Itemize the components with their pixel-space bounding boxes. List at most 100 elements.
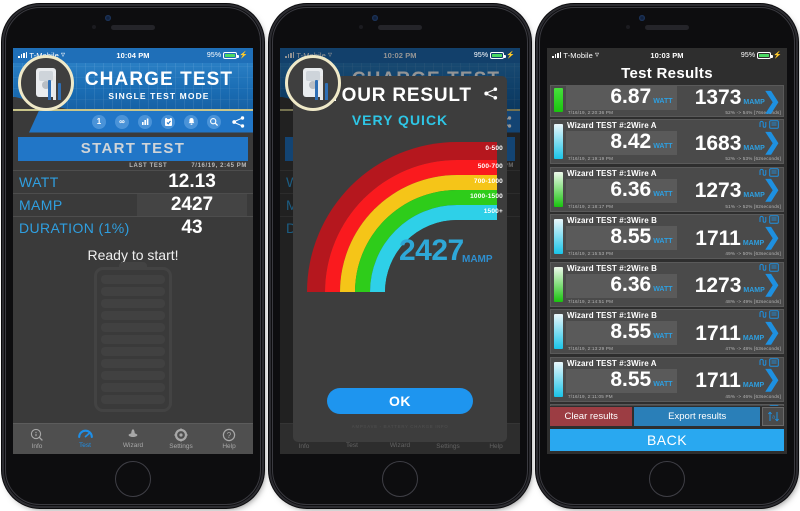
status-right-2: 95% ⚡ <box>474 51 515 59</box>
result-mamp-value: 1273 <box>694 274 742 297</box>
result-mamp-value: 1711 <box>695 369 741 392</box>
last-test-header: LAST TEST 7/16/19, 2:45 PM <box>13 161 253 170</box>
result-watt-unit: WATT <box>653 143 673 150</box>
infinity-icon[interactable]: ∞ <box>115 114 129 129</box>
front-camera-icon <box>372 14 378 21</box>
result-watt-cell: 6.36 WATT <box>566 178 677 203</box>
result-numbers: 8.55 WATT 1711 MAMP <box>566 320 783 346</box>
result-numbers: 6.36 WATT 1273 MAMP <box>566 178 783 204</box>
result-name: Wizard TEST #:2Wire B <box>567 263 657 273</box>
result-mamp-value: 1373 <box>694 86 742 109</box>
chevron-right-icon[interactable]: ❯ <box>763 130 781 153</box>
result-meta: 7/16/19, 2:15:53 PM 49% -> 50% [63second… <box>566 251 783 256</box>
battery-outline-icon <box>94 266 172 412</box>
result-watt-cell: 6.87 WATT <box>566 85 677 110</box>
list-item[interactable]: Wizard TEST #:1Wire B 8.55 WATT 1711 MAM… <box>550 309 784 354</box>
tab-wizard[interactable]: Wizard <box>109 424 157 454</box>
status-right-3: 95% ⚡ <box>741 51 782 59</box>
result-rainbow-gauge: 0-500 500-700 700-1000 1000-1500 1500+ 2… <box>307 141 507 292</box>
arc-label-700-1000: 700-1000 <box>473 177 503 185</box>
sort-icon[interactable]: a <box>762 406 784 426</box>
tab-settings-label: Settings <box>169 442 193 450</box>
result-watt-value: 8.55 <box>610 225 652 248</box>
result-watt-cell: 8.55 WATT <box>566 226 677 250</box>
chevron-right-icon[interactable]: ❯ <box>763 320 781 343</box>
chevron-right-icon[interactable]: ❯ <box>763 89 781 112</box>
list-item[interactable]: Wizard TEST #:3Wire A 8.55 WATT 1711 MAM… <box>550 356 784 402</box>
share-icon[interactable] <box>230 115 246 129</box>
result-mamp-value: 1273 <box>694 179 742 202</box>
search-gear-icon[interactable] <box>207 114 221 129</box>
proximity-sensor-icon <box>626 24 630 29</box>
phone-your-result: T-Mobile ▿ 10:02 PM 95% ⚡ CHARGE TEST SI… <box>271 5 529 506</box>
cellular-signal-icon <box>18 52 28 58</box>
result-name: Wizard TEST #:2Wire A <box>566 405 783 406</box>
tab-settings[interactable]: Settings <box>157 424 205 454</box>
chevron-right-icon[interactable]: ❯ <box>763 273 781 295</box>
result-row-icons[interactable] <box>758 405 779 406</box>
result-watt-value: 8.55 <box>610 320 652 343</box>
logo-wires-shape <box>48 74 62 100</box>
charging-bolt-icon: ⚡ <box>239 52 248 59</box>
front-camera-icon <box>105 14 111 21</box>
share-icon[interactable] <box>484 86 498 105</box>
result-mamp-unit: MAMP <box>742 334 765 342</box>
home-button[interactable] <box>382 460 418 497</box>
result-name: Wizard TEST #:3Wire B <box>567 216 657 225</box>
battery-graphic-area <box>13 265 253 415</box>
chart-icon[interactable] <box>138 114 152 129</box>
app-subtitle-1: SINGLE TEST MODE <box>108 90 210 101</box>
result-date: 7/16/19, 2:14:51 PM <box>568 298 614 304</box>
back-button[interactable]: BACK <box>550 428 784 451</box>
screenshot-stage: T-Mobile ▿ 10:04 PM 95% ⚡ CHARGE TEST SI… <box>0 0 800 511</box>
tab-help[interactable]: ? Help <box>205 424 253 454</box>
phone2-screen: T-Mobile ▿ 10:02 PM 95% ⚡ CHARGE TEST SI… <box>280 47 520 454</box>
clipboard-check-icon[interactable] <box>161 114 175 129</box>
result-watt-unit: WATT <box>653 380 673 388</box>
result-meta: 7/16/19, 2:14:51 PM 48% -> 49% [82second… <box>566 299 783 304</box>
start-test-button[interactable]: START TEST <box>18 136 248 161</box>
result-level-bar <box>554 219 563 254</box>
phone-single-test: T-Mobile ▿ 10:04 PM 95% ⚡ CHARGE TEST SI… <box>4 5 262 506</box>
export-results-button[interactable]: Export results <box>634 406 760 426</box>
result-level-bar <box>554 361 563 397</box>
result-watt-unit: WATT <box>653 190 673 198</box>
list-item[interactable]: 6.87 WATT 1373 MAMP 7/16/19, 2:20:36 PM … <box>550 84 784 117</box>
list-item[interactable]: Wizard TEST #:2Wire B 6.36 WATT 1273 MAM… <box>550 261 784 307</box>
phone1-screen: T-Mobile ▿ 10:04 PM 95% ⚡ CHARGE TEST SI… <box>13 47 253 454</box>
ok-button[interactable]: OK <box>327 387 473 414</box>
logo-wires-shape <box>315 74 329 100</box>
app-logo-icon <box>285 54 341 111</box>
result-delta: 52% -> 53% [62seconds] <box>725 156 781 161</box>
clear-results-button[interactable]: Clear results <box>550 406 633 426</box>
list-item[interactable]: Wizard TEST #:2Wire A 6.36 WATT 1273 <box>550 404 784 406</box>
result-delta: 45% -> 46% [63seconds] <box>725 393 781 399</box>
result-unit: MAMP <box>462 253 493 265</box>
svg-text:a: a <box>772 414 775 420</box>
arc-label-500-700: 500-700 <box>477 162 503 170</box>
home-button[interactable] <box>649 460 685 497</box>
toolbar-icon-row: 1 ∞ <box>13 111 253 133</box>
metric-row-mamp: MAMP 2427 <box>13 192 253 216</box>
arc-label-1500plus: 1500+ <box>483 207 503 215</box>
result-mamp-unit: MAMP <box>742 239 765 247</box>
result-watt-cell: 8.42 WATT <box>566 131 677 155</box>
home-button[interactable] <box>115 460 151 497</box>
chevron-right-icon[interactable]: ❯ <box>763 368 781 390</box>
tab-info[interactable]: Info <box>13 424 61 454</box>
result-mamp-value: 1683 <box>694 131 742 155</box>
chevron-right-icon[interactable]: ❯ <box>763 225 781 248</box>
result-body: 6.87 WATT 1373 MAMP 7/16/19, 2:20:36 PM … <box>566 85 783 116</box>
list-item[interactable]: Wizard TEST #:1Wire A 6.36 WATT 1273 MAM… <box>550 166 784 212</box>
app-logo-icon <box>18 54 74 111</box>
chevron-right-icon[interactable]: ❯ <box>763 178 781 200</box>
list-item[interactable]: Wizard TEST #:3Wire B 8.55 WATT 1711 MAM… <box>550 214 784 259</box>
icon-toolbar-1: 1 ∞ <box>13 110 253 133</box>
list-item[interactable]: Wizard TEST #:2Wire A 8.42 WATT 1683 MAM… <box>550 119 784 164</box>
tab-test[interactable]: Test <box>61 424 109 454</box>
badge-1-icon[interactable]: 1 <box>92 114 106 129</box>
results-list[interactable]: 6.87 WATT 1373 MAMP 7/16/19, 2:20:36 PM … <box>547 84 787 406</box>
metric-row-watt: WATT 12.13 <box>13 169 253 193</box>
tab-help-label: Help <box>222 442 236 450</box>
bell-icon[interactable] <box>184 114 198 129</box>
